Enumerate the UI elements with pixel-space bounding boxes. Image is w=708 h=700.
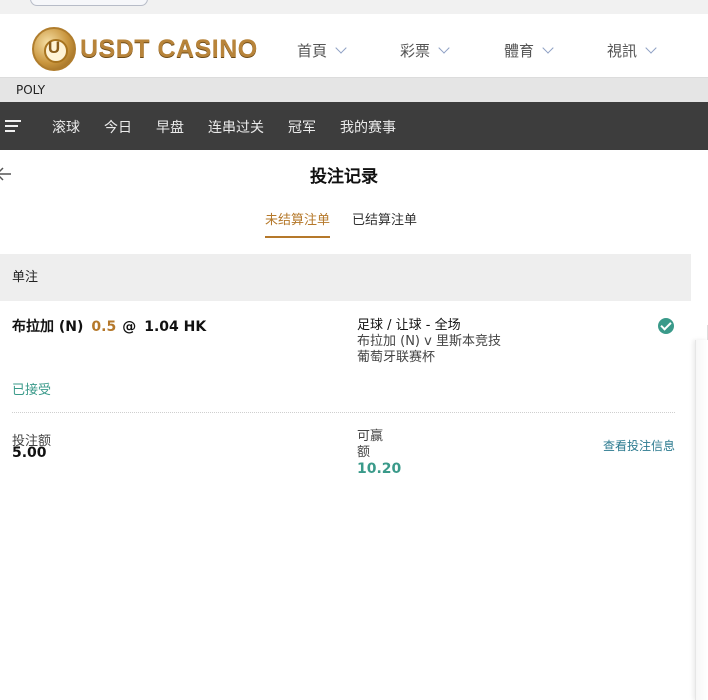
bet-market: 足球 / 让球 - 全场 bbox=[357, 318, 461, 333]
sports-tab-outright[interactable]: 冠军 bbox=[288, 117, 316, 137]
win-value: 10.20 bbox=[357, 461, 402, 477]
chevron-down-icon bbox=[438, 42, 450, 54]
site-logo[interactable]: U USDT CASINO bbox=[32, 26, 258, 72]
sports-tab-inplay[interactable]: 滚球 bbox=[52, 117, 80, 137]
nav-item-sports[interactable]: 體育 bbox=[504, 40, 554, 61]
sports-tab-my-events[interactable]: 我的赛事 bbox=[340, 117, 396, 137]
bet-selection: 布拉加 (N) 0.5 @1.04 HK bbox=[12, 316, 206, 336]
sports-tab-parlay[interactable]: 连串过关 bbox=[208, 117, 264, 137]
page-title: 投注记录 bbox=[310, 167, 378, 187]
view-bet-info-link[interactable]: 查看投注信息 bbox=[603, 437, 675, 454]
bet-odds: 1.04 HK bbox=[144, 319, 207, 335]
nav-item-home[interactable]: 首頁 bbox=[297, 40, 347, 61]
chevron-down-icon bbox=[645, 42, 657, 54]
provider-bar: POLY bbox=[0, 78, 708, 102]
logo-text: USDT CASINO bbox=[80, 34, 258, 63]
bet-status: 已接受 bbox=[12, 383, 52, 398]
site-header: U USDT CASINO 首頁 彩票 體育 視訊 bbox=[0, 14, 708, 78]
bet-team: 布拉加 (N) bbox=[12, 319, 84, 335]
nav-item-live-casino[interactable]: 視訊 bbox=[607, 40, 657, 61]
logo-badge-icon: U bbox=[32, 27, 76, 71]
divider bbox=[12, 412, 675, 413]
bet-info: 足球 / 让球 - 全场 布拉加 (N) v 里斯本竞技 葡萄牙联赛杯 bbox=[357, 318, 501, 366]
tab-unsettled[interactable]: 未结算注单 bbox=[265, 209, 331, 238]
chevron-down-icon bbox=[335, 42, 347, 54]
tab-settled[interactable]: 已结算注单 bbox=[352, 209, 417, 238]
provider-label: POLY bbox=[16, 83, 46, 97]
bet-match: 布拉加 (N) v 里斯本竞技 bbox=[357, 334, 501, 349]
bet-league: 葡萄牙联赛杯 bbox=[357, 350, 436, 365]
sports-nav: 滚球 今日 早盘 连串过关 冠军 我的赛事 bbox=[0, 102, 708, 150]
menu-icon[interactable] bbox=[5, 120, 21, 132]
sports-tab-today[interactable]: 今日 bbox=[104, 117, 132, 137]
address-pill[interactable] bbox=[30, 0, 148, 6]
bet-at: @ bbox=[122, 319, 137, 335]
stake-value: 5.00 bbox=[12, 445, 47, 461]
chevron-down-icon bbox=[542, 42, 554, 54]
win-label: 可赢额 bbox=[357, 429, 384, 460]
side-panel-edge[interactable] bbox=[695, 340, 708, 700]
check-circle-icon bbox=[658, 318, 674, 334]
sports-tab-early[interactable]: 早盘 bbox=[156, 117, 184, 137]
browser-top-strip bbox=[0, 0, 708, 14]
section-header-single: 单注 bbox=[0, 254, 691, 301]
nav-item-lottery[interactable]: 彩票 bbox=[400, 40, 450, 61]
bet-handicap: 0.5 bbox=[91, 319, 117, 335]
